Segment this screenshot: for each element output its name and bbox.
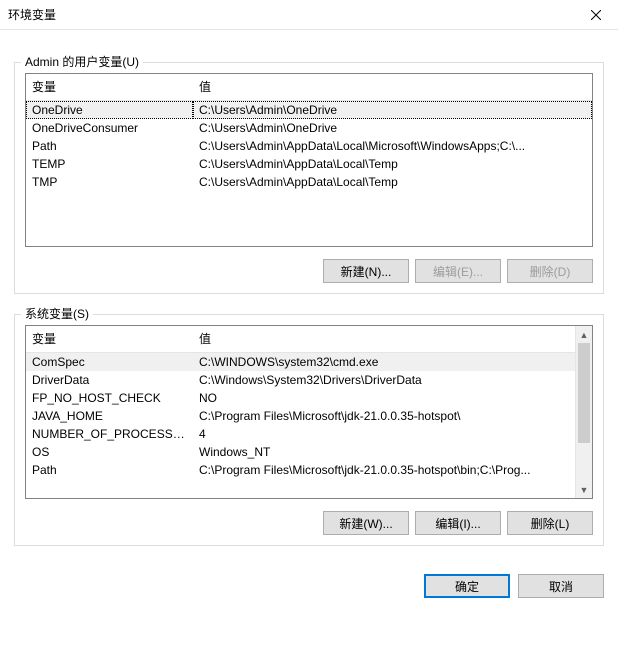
table-row[interactable]: PathC:\Users\Admin\AppData\Local\Microso… <box>26 137 592 155</box>
table-row[interactable]: NUMBER_OF_PROCESSORS4 <box>26 425 592 443</box>
system-variables-table[interactable]: 变量 值 ComSpecC:\WINDOWS\system32\cmd.exeD… <box>26 326 592 479</box>
user-col-value[interactable]: 值 <box>193 74 592 101</box>
window-title: 环境变量 <box>8 6 573 23</box>
sys-col-value[interactable]: 值 <box>193 326 592 353</box>
row-name: TMP <box>26 173 193 191</box>
row-value: 4 <box>193 425 592 443</box>
user-delete-button[interactable]: 删除(D) <box>507 259 593 283</box>
user-new-button[interactable]: 新建(N)... <box>323 259 409 283</box>
scroll-up-icon[interactable]: ▲ <box>576 326 592 343</box>
row-name: Path <box>26 461 193 479</box>
content: Admin 的用户变量(U) 变量 值 OneDriveC:\Users\Adm… <box>0 30 618 560</box>
system-delete-button[interactable]: 删除(L) <box>507 511 593 535</box>
system-variables-table-wrap: 变量 值 ComSpecC:\WINDOWS\system32\cmd.exeD… <box>25 325 593 499</box>
row-name: FP_NO_HOST_CHECK <box>26 389 193 407</box>
row-name: ComSpec <box>26 353 193 372</box>
table-row[interactable]: TEMPC:\Users\Admin\AppData\Local\Temp <box>26 155 592 173</box>
row-value: C:\Users\Admin\OneDrive <box>193 101 592 120</box>
row-value: C:\Users\Admin\AppData\Local\Microsoft\W… <box>193 137 592 155</box>
table-row[interactable]: TMPC:\Users\Admin\AppData\Local\Temp <box>26 173 592 191</box>
row-value: NO <box>193 389 592 407</box>
system-scrollbar[interactable]: ▲ ▼ <box>575 326 592 498</box>
user-variables-group: Admin 的用户变量(U) 变量 值 OneDriveC:\Users\Adm… <box>14 62 604 294</box>
row-name: JAVA_HOME <box>26 407 193 425</box>
row-value: C:\Users\Admin\AppData\Local\Temp <box>193 155 592 173</box>
table-row[interactable]: OneDriveC:\Users\Admin\OneDrive <box>26 101 592 120</box>
scroll-thumb[interactable] <box>578 343 590 443</box>
row-value: C:\Windows\System32\Drivers\DriverData <box>193 371 592 389</box>
user-variables-table[interactable]: 变量 值 OneDriveC:\Users\Admin\OneDriveOneD… <box>26 74 592 191</box>
system-edit-button[interactable]: 编辑(I)... <box>415 511 501 535</box>
titlebar: 环境变量 <box>0 0 618 30</box>
row-value: Windows_NT <box>193 443 592 461</box>
table-row[interactable]: ComSpecC:\WINDOWS\system32\cmd.exe <box>26 353 592 372</box>
table-row[interactable]: OneDriveConsumerC:\Users\Admin\OneDrive <box>26 119 592 137</box>
row-value: C:\WINDOWS\system32\cmd.exe <box>193 353 592 372</box>
row-value: C:\Program Files\Microsoft\jdk-21.0.0.35… <box>193 461 592 479</box>
row-name: Path <box>26 137 193 155</box>
user-col-name[interactable]: 变量 <box>26 74 193 101</box>
system-new-button[interactable]: 新建(W)... <box>323 511 409 535</box>
user-variables-table-wrap: 变量 值 OneDriveC:\Users\Admin\OneDriveOneD… <box>25 73 593 247</box>
row-value: C:\Users\Admin\OneDrive <box>193 119 592 137</box>
system-variables-label: 系统变量(S) <box>21 305 93 322</box>
ok-button[interactable]: 确定 <box>424 574 510 598</box>
table-row[interactable]: PathC:\Program Files\Microsoft\jdk-21.0.… <box>26 461 592 479</box>
row-value: C:\Users\Admin\AppData\Local\Temp <box>193 173 592 191</box>
row-name: NUMBER_OF_PROCESSORS <box>26 425 193 443</box>
row-value: C:\Program Files\Microsoft\jdk-21.0.0.35… <box>193 407 592 425</box>
close-button[interactable] <box>573 0 618 30</box>
row-name: OneDriveConsumer <box>26 119 193 137</box>
table-row[interactable]: FP_NO_HOST_CHECKNO <box>26 389 592 407</box>
row-name: DriverData <box>26 371 193 389</box>
table-row[interactable]: OSWindows_NT <box>26 443 592 461</box>
table-row[interactable]: DriverDataC:\Windows\System32\Drivers\Dr… <box>26 371 592 389</box>
system-variables-group: 系统变量(S) 变量 值 ComSpecC:\WINDOWS\system32\… <box>14 314 604 546</box>
close-icon <box>591 10 601 20</box>
user-buttons-row: 新建(N)... 编辑(E)... 删除(D) <box>25 259 593 283</box>
cancel-button[interactable]: 取消 <box>518 574 604 598</box>
row-name: OneDrive <box>26 101 193 120</box>
user-variables-label: Admin 的用户变量(U) <box>21 53 143 70</box>
table-row[interactable]: JAVA_HOMEC:\Program Files\Microsoft\jdk-… <box>26 407 592 425</box>
dialog-footer: 确定 取消 <box>0 560 618 612</box>
system-buttons-row: 新建(W)... 编辑(I)... 删除(L) <box>25 511 593 535</box>
scroll-down-icon[interactable]: ▼ <box>576 481 592 498</box>
row-name: TEMP <box>26 155 193 173</box>
row-name: OS <box>26 443 193 461</box>
user-edit-button[interactable]: 编辑(E)... <box>415 259 501 283</box>
sys-col-name[interactable]: 变量 <box>26 326 193 353</box>
